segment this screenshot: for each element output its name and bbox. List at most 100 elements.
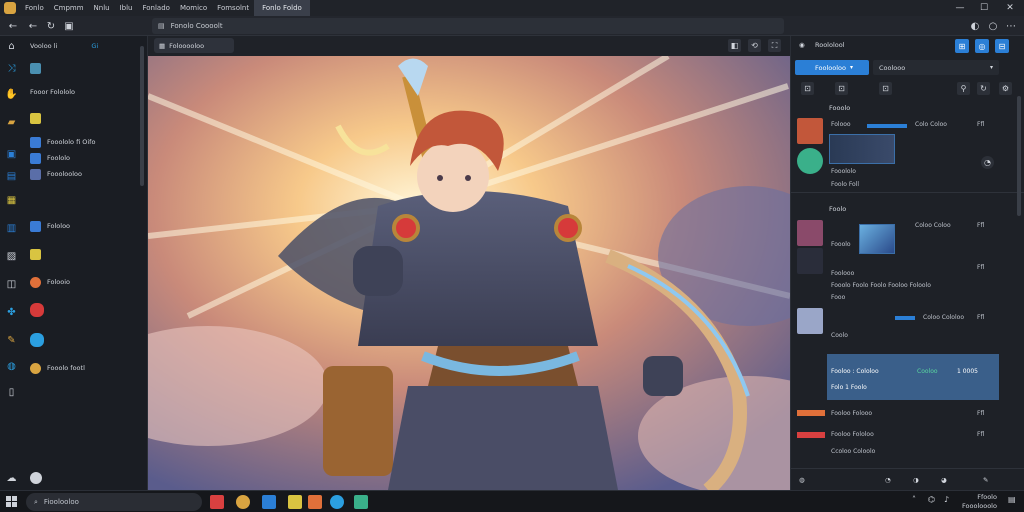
panel-small-tool-1[interactable]: ⊡ — [801, 82, 814, 95]
hand-icon[interactable]: ✋ — [5, 88, 18, 101]
tray-icon-2[interactable]: ◑ — [913, 476, 919, 484]
app-logo-icon[interactable] — [4, 2, 16, 14]
brush-icon[interactable]: ✎ — [5, 334, 18, 347]
back-arrow-icon[interactable]: ← — [6, 19, 20, 33]
panel-scrollbar[interactable] — [1017, 96, 1021, 216]
item-options-icon[interactable]: ◔ — [981, 156, 994, 169]
forward-arrow-icon[interactable]: ← — [26, 19, 40, 33]
sidebar-thumb-2[interactable] — [30, 112, 47, 124]
close-button[interactable]: ✕ — [998, 0, 1022, 16]
notification-icon[interactable]: ▤ — [1008, 495, 1016, 504]
canvas-tab[interactable]: ▦ Folooooloo — [154, 38, 234, 53]
panel-icon[interactable]: ◫ — [5, 278, 18, 291]
window-icon[interactable]: ▤ — [5, 170, 18, 183]
home-icon[interactable]: ⌂ — [5, 40, 18, 53]
settings-icon[interactable]: ⚙ — [999, 82, 1012, 95]
panel-dropdown[interactable]: Foolooloo ▾ — [795, 60, 869, 75]
globe-icon[interactable]: ◍ — [799, 476, 805, 484]
image-icon[interactable]: ▦ — [5, 194, 18, 207]
sidebar-header-badge[interactable]: Gi — [91, 42, 98, 50]
sidebar-scrollbar[interactable] — [140, 46, 144, 186]
item-time-3: Ffl — [977, 222, 985, 229]
sidebar-item-4[interactable]: Fooolooloo — [30, 168, 82, 180]
panel-field[interactable]: Coolooo ▾ — [873, 60, 999, 75]
taskbar-app-7[interactable] — [354, 495, 368, 509]
sidebar-item-10[interactable]: Fooolo footl — [30, 362, 85, 374]
compare-icon[interactable]: ◧ — [728, 39, 741, 52]
pin-icon[interactable]: ⚲ — [957, 82, 970, 95]
split-view-icon[interactable]: ▣ — [62, 19, 76, 33]
panel-small-tool-2[interactable]: ⊡ — [835, 82, 848, 95]
edit-icon[interactable]: ✎ — [983, 476, 988, 484]
sidebar-item-9[interactable] — [30, 333, 50, 347]
artwork-canvas[interactable] — [148, 56, 790, 490]
gallery-icon[interactable]: ▨ — [5, 250, 18, 263]
panel-tool-grid-icon[interactable]: ⊞ — [955, 39, 969, 53]
highlighted-list-item[interactable]: Fooloo : Cololoo Cooloo 1 0005 Folo 1 Fo… — [827, 354, 999, 400]
cloud-icon[interactable]: ☁ — [5, 472, 18, 485]
taskbar-app-5[interactable] — [308, 495, 322, 509]
sidebar-item-2[interactable]: Fooololo fi Oifo — [30, 136, 95, 148]
rotate-icon[interactable]: ⟲ — [748, 39, 761, 52]
sidebar-item-1[interactable]: Fooor Folololo — [30, 86, 75, 98]
monitor-icon[interactable]: ▣ — [5, 148, 18, 161]
globe-icon[interactable]: ◍ — [5, 360, 18, 373]
chevron-up-icon[interactable]: ˄ — [912, 495, 916, 504]
item-avatar-1[interactable] — [797, 148, 823, 174]
taskbar: ⌕ Fioolooloo ˄ ⌬ ♪ Ffoolo Fooolooolo ▤ — [0, 490, 1024, 512]
sidebar-item-6[interactable] — [30, 248, 47, 260]
clock[interactable]: Ffoolo Fooolooolo — [962, 493, 997, 511]
item-thumbnail-3b[interactable] — [797, 248, 823, 274]
taskbar-app-4[interactable] — [288, 495, 302, 509]
panel-small-tool-3[interactable]: ⊡ — [879, 82, 892, 95]
title-bar: Fonlo Cmpmm Nnlu Iblu Fonlado Momico Fom… — [0, 0, 1024, 16]
menu-item-6[interactable]: Momico — [175, 4, 212, 12]
taskbar-search[interactable]: ⌕ Fioolooloo — [26, 493, 202, 511]
item-preview-1[interactable] — [829, 134, 895, 164]
sidebar-header: Vooloo li Gi — [30, 40, 98, 52]
fullscreen-icon[interactable]: ⛶ — [768, 39, 781, 52]
item-thumbnail-3[interactable] — [797, 220, 823, 246]
menu-item-3[interactable]: Nnlu — [89, 4, 115, 12]
menu-item-7[interactable]: Fomsolnt — [212, 4, 254, 12]
file-icon[interactable]: ▯ — [5, 386, 18, 399]
menu-item-2[interactable]: Cmpmm — [49, 4, 89, 12]
menu-item-4[interactable]: Iblu — [115, 4, 138, 12]
tray-icon-3[interactable]: ◕ — [941, 476, 947, 484]
taskbar-app-1[interactable] — [210, 495, 224, 509]
maximize-button[interactable]: ☐ — [972, 0, 996, 16]
address-bar[interactable]: ▤ Fonolo Coooolt — [152, 18, 784, 34]
minimize-button[interactable]: — — [948, 0, 972, 16]
sidebar-item-3[interactable]: Foololo — [30, 152, 70, 164]
network-icon[interactable]: ⌬ — [928, 495, 935, 504]
menu-item-5[interactable]: Fonlado — [137, 4, 174, 12]
sidebar-item-7[interactable]: Folooio — [30, 276, 70, 288]
taskbar-app-2[interactable] — [236, 495, 250, 509]
start-windows-icon[interactable] — [6, 496, 17, 507]
taskbar-app-6[interactable] — [330, 495, 344, 509]
layers-icon[interactable]: ▥ — [5, 222, 18, 235]
sidebar-item-8[interactable] — [30, 303, 50, 317]
folder-icon[interactable]: ▰ — [5, 116, 18, 129]
taskbar-app-3[interactable] — [262, 495, 276, 509]
more-options-icon[interactable]: ⋯ — [1004, 19, 1018, 33]
puzzle-icon[interactable]: ✤ — [5, 306, 18, 319]
item-preview-3[interactable] — [859, 224, 895, 254]
shuffle-icon[interactable]: ⤨ — [5, 62, 18, 75]
profile-icon[interactable]: ○ — [986, 19, 1000, 33]
panel-tool-target-icon[interactable]: ◎ — [975, 39, 989, 53]
panel-tool-minus-icon[interactable]: ⊟ — [995, 39, 1009, 53]
refresh-icon[interactable]: ↻ — [977, 82, 990, 95]
item-thumbnail-5[interactable] — [797, 308, 823, 334]
menu-item-1[interactable]: Fonlo — [20, 4, 49, 12]
tray-icon-1[interactable]: ◔ — [885, 476, 891, 484]
volume-icon[interactable]: ♪ — [944, 495, 949, 504]
sidebar-thumb-1[interactable] — [30, 62, 47, 74]
refresh-icon[interactable]: ↻ — [44, 19, 58, 33]
item-thumbnail-1[interactable] — [797, 118, 823, 144]
canvas-header: ▦ Folooooloo ◧ ⟲ ⛶ — [148, 36, 790, 56]
sidebar-item-5[interactable]: Fololoo — [30, 220, 70, 232]
active-document-tab[interactable]: Fonlo Foldo — [254, 0, 310, 16]
sidebar-settings[interactable] — [30, 472, 48, 484]
theme-icon[interactable]: ◐ — [968, 19, 982, 33]
